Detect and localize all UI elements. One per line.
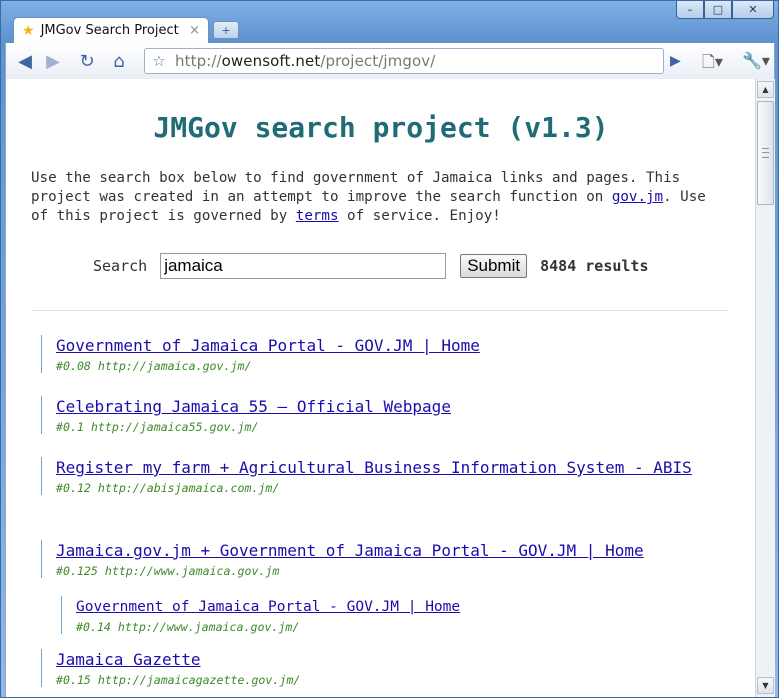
submit-button[interactable]: Submit [460, 254, 528, 278]
search-input[interactable] [160, 253, 447, 279]
go-arrow-icon[interactable]: ▶ [670, 53, 681, 69]
favicon-star-icon: ★ [22, 22, 35, 39]
result-item: Jamaica.gov.jm + Government of Jamaica P… [41, 540, 716, 578]
page-title: JMGov search project (v1.3) [153, 111, 609, 144]
browser-window: – □ ✕ ★ JMGov Search Project × + ◀ ▶ ↻ ⌂… [0, 0, 779, 698]
forward-arrow-icon[interactable]: ▶ [40, 49, 66, 73]
divider [31, 310, 729, 311]
vertical-scrollbar[interactable]: ▲ ▼ [755, 79, 775, 697]
result-meta: #0.15 http://jamaicagazette.gov.jm/ [56, 673, 301, 687]
tab-title: JMGov Search Project [40, 23, 179, 38]
scrollbar-thumb[interactable] [757, 101, 774, 205]
gov-jm-link[interactable]: gov.jm [612, 189, 663, 205]
intro-text: Use the search box below to find governm… [31, 170, 706, 224]
browser-tab[interactable]: ★ JMGov Search Project × [13, 17, 209, 43]
result-meta: #0.12 http://abisjamaica.com.jm/ [56, 481, 280, 495]
results-count: 8484 results [540, 257, 649, 275]
maximize-button[interactable]: □ [704, 1, 732, 19]
nested-result-item: Government of Jamaica Portal - GOV.JM | … [61, 596, 716, 634]
close-window-button[interactable]: ✕ [732, 1, 774, 19]
result-item: Register my farm + Agricultural Business… [41, 457, 696, 495]
result-meta: #0.125 http://www.jamaica.gov.jm [56, 564, 280, 578]
result-item: Jamaica Gazette #0.15 http://jamaicagaze… [41, 649, 716, 687]
result-item: Celebrating Jamaica 55 – Official Webpag… [41, 396, 716, 434]
wrench-menu-icon[interactable]: 🔧▾ [742, 51, 770, 70]
scroll-down-icon[interactable]: ▼ [757, 677, 774, 694]
browser-toolbar: ◀ ▶ ↻ ⌂ ☆ http://owensoft.net/project/jm… [5, 43, 775, 79]
result-link[interactable]: Government of Jamaica Portal - GOV.JM | … [56, 335, 716, 357]
home-icon[interactable]: ⌂ [106, 49, 132, 73]
page-content: JMGov search project (v1.3) Use the sear… [5, 79, 755, 697]
minimize-button[interactable]: – [676, 1, 704, 19]
url-text: http://owensoft.net/project/jmgov/ [175, 52, 436, 70]
bookmark-star-icon[interactable]: ☆ [145, 52, 173, 70]
result-link[interactable]: Government of Jamaica Portal - GOV.JM | … [76, 596, 716, 618]
terms-link[interactable]: terms [296, 208, 339, 224]
result-link[interactable]: Register my farm + Agricultural Business… [56, 457, 696, 479]
result-link[interactable]: Jamaica Gazette [56, 649, 716, 671]
search-form: Search Submit 8484 results [93, 253, 648, 279]
result-item: Government of Jamaica Portal - GOV.JM | … [41, 335, 716, 373]
new-tab-button[interactable]: + [213, 21, 239, 39]
result-meta: #0.08 http://jamaica.gov.jm/ [56, 359, 252, 373]
result-meta: #0.14 http://www.jamaica.gov.jm/ [76, 620, 300, 634]
search-label: Search [93, 257, 148, 275]
window-controls: – □ ✕ [676, 1, 774, 19]
scroll-up-icon[interactable]: ▲ [757, 81, 774, 98]
reload-icon[interactable]: ↻ [74, 49, 100, 73]
address-bar[interactable]: ☆ http://owensoft.net/project/jmgov/ [144, 48, 664, 74]
tab-close-icon[interactable]: × [189, 23, 200, 38]
back-arrow-icon[interactable]: ◀ [12, 49, 38, 73]
page-menu-icon[interactable]: 🗋▾ [702, 51, 723, 78]
result-meta: #0.1 http://jamaica55.gov.jm/ [56, 420, 259, 434]
result-link[interactable]: Celebrating Jamaica 55 – Official Webpag… [56, 396, 716, 418]
result-link[interactable]: Jamaica.gov.jm + Government of Jamaica P… [56, 540, 716, 562]
